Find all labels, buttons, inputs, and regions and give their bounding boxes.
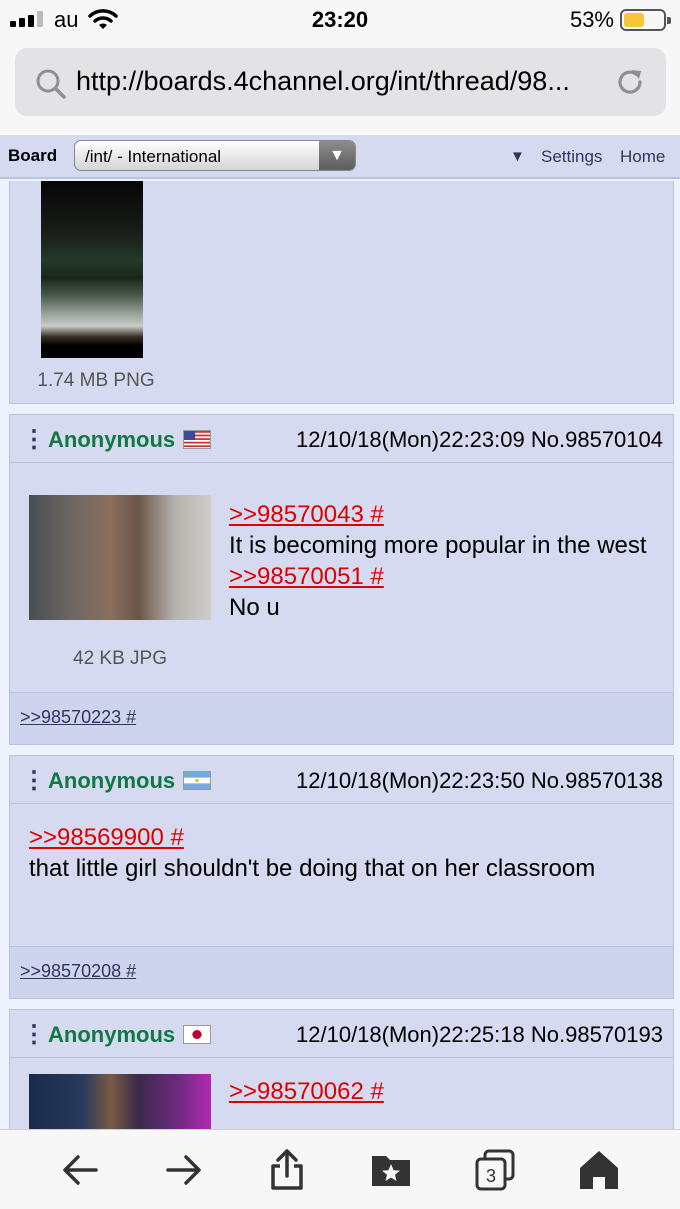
post-body: >>98570043 # It is becoming more popular…	[229, 501, 659, 625]
poster-name: Anonymous	[48, 427, 176, 452]
post-datetime[interactable]: 12/10/18(Mon)22:23:09 No.98570104	[296, 427, 663, 453]
browser-toolbar: 3	[0, 1129, 680, 1209]
forward-icon[interactable]	[162, 1148, 206, 1192]
post: 1.74 MB PNG	[9, 181, 674, 404]
post-image[interactable]	[29, 1074, 211, 1129]
poster-name: Anonymous	[48, 768, 176, 793]
board-select[interactable]: /int/ - International ▼	[74, 140, 356, 171]
post-date: 12/10/18(Mon)22:25:18	[296, 1022, 525, 1047]
tabs-icon[interactable]: 3	[473, 1148, 517, 1192]
flag-jp-icon	[183, 1025, 211, 1044]
post-number[interactable]: No.98570138	[531, 768, 663, 793]
post-number[interactable]: No.98570104	[531, 427, 663, 452]
post-text: No u	[229, 594, 280, 621]
url-text[interactable]: http://boards.4channel.org/int/thread/98…	[76, 66, 606, 97]
battery-icon	[620, 9, 671, 31]
home-link[interactable]: Home	[620, 147, 665, 167]
search-icon	[36, 69, 66, 99]
board-select-value: /int/ - International	[85, 147, 222, 166]
status-bar: au 23:20 53%	[0, 0, 680, 40]
quote-link[interactable]: >>98570043 #	[229, 501, 659, 529]
board-nav-bar: Board /int/ - International ▼ ▼ Settings…	[0, 135, 680, 179]
post: ⋮ Anonymous 12/10/18(Mon)22:23:09 No.985…	[9, 414, 674, 745]
browser-chrome: http://boards.4channel.org/int/thread/98…	[0, 40, 680, 135]
file-info[interactable]: 1.74 MB PNG	[20, 370, 172, 392]
back-icon[interactable]	[58, 1148, 102, 1192]
thread-content[interactable]: 1.74 MB PNG ⋮ Anonymous 12/10/18(Mon)22:…	[0, 181, 680, 1129]
post-text: It is becoming more popular in the west	[229, 532, 647, 559]
tabs-count: 3	[486, 1166, 496, 1186]
post-date: 12/10/18(Mon)22:23:50	[296, 768, 525, 793]
post-text: that little girl shouldn't be doing that…	[29, 855, 596, 882]
post: ⋮ Anonymous 12/10/18(Mon)22:25:18 No.985…	[9, 1009, 674, 1129]
poster-name: Anonymous	[48, 1022, 176, 1047]
post: ⋮ Anonymous 12/10/18(Mon)22:23:50 No.985…	[9, 755, 674, 999]
backlinks: >>98570208 #	[10, 946, 673, 998]
address-bar[interactable]: http://boards.4channel.org/int/thread/98…	[15, 48, 666, 116]
quote-link[interactable]: >>98570051 #	[229, 563, 659, 591]
post-body: >>98569900 # that little girl shouldn't …	[29, 824, 649, 886]
home-icon[interactable]	[577, 1148, 621, 1192]
reload-icon[interactable]	[614, 66, 646, 98]
post-header: ⋮ Anonymous 12/10/18(Mon)22:23:09 No.985…	[10, 415, 673, 463]
backlink[interactable]: >>98570223 #	[20, 707, 136, 728]
quote-link[interactable]: >>98569900 #	[29, 824, 649, 852]
backlink[interactable]: >>98570208 #	[20, 961, 136, 982]
bookmarks-icon[interactable]	[369, 1148, 413, 1192]
post-image[interactable]	[29, 495, 211, 620]
quote-link[interactable]: >>98570062 #	[229, 1078, 659, 1106]
post-header: ⋮ Anonymous 12/10/18(Mon)22:25:18 No.985…	[10, 1010, 673, 1058]
post-image[interactable]	[41, 181, 143, 358]
settings-arrow-icon[interactable]: ▼	[510, 148, 525, 165]
post-header: ⋮ Anonymous 12/10/18(Mon)22:23:50 No.985…	[10, 756, 673, 804]
flag-ar-icon	[183, 771, 211, 790]
board-label: Board	[8, 146, 58, 165]
post-number[interactable]: No.98570193	[531, 1022, 663, 1047]
post-datetime[interactable]: 12/10/18(Mon)22:25:18 No.98570193	[296, 1022, 663, 1048]
post-date: 12/10/18(Mon)22:23:09	[296, 427, 525, 452]
share-icon[interactable]	[265, 1148, 309, 1192]
post-body: >>98570062 #	[229, 1078, 659, 1106]
post-menu-icon[interactable]: ⋮	[22, 766, 46, 795]
chevron-down-icon[interactable]: ▼	[319, 141, 355, 170]
post-menu-icon[interactable]: ⋮	[22, 425, 46, 454]
settings-link[interactable]: Settings	[541, 147, 602, 167]
backlinks: >>98570223 #	[10, 692, 673, 744]
post-datetime[interactable]: 12/10/18(Mon)22:23:50 No.98570138	[296, 768, 663, 794]
flag-us-icon	[183, 430, 211, 449]
file-info[interactable]: 42 KB JPG	[29, 648, 211, 670]
battery-percent: 53%	[569, 7, 614, 32]
post-menu-icon[interactable]: ⋮	[22, 1020, 46, 1049]
